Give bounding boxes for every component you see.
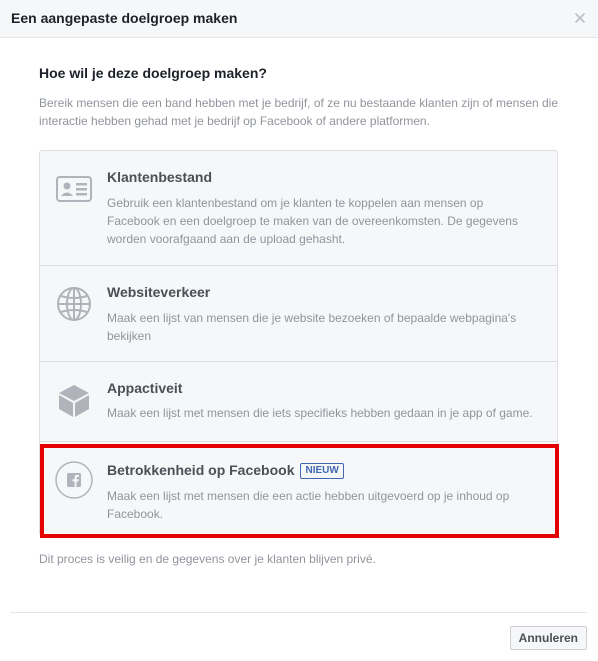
option-description: Gebruik een klantenbestand om je klanten…: [107, 196, 518, 246]
intro-text: Bereik mensen die een band hebben met je…: [39, 96, 559, 128]
question-heading: Hoe wil je deze doelgroep maken?: [39, 65, 267, 81]
option-description: Maak een lijst met mensen die iets speci…: [107, 406, 533, 420]
new-badge: NIEUW: [300, 463, 344, 479]
privacy-note: Dit proces is veilig en de gegevens over…: [39, 552, 376, 566]
option-description: Maak een lijst met mensen die een actie …: [107, 489, 510, 521]
close-icon[interactable]: [572, 10, 588, 26]
option-description: Maak een lijst van mensen die je website…: [107, 311, 517, 343]
facebook-icon: [54, 460, 94, 500]
globe-icon: [54, 284, 94, 324]
option-facebook-engagement[interactable]: Betrokkenheid op Facebook NIEUW Maak een …: [40, 441, 557, 535]
audience-options: Klantenbestand Gebruik een klantenbestan…: [39, 150, 558, 536]
option-customer-file[interactable]: Klantenbestand Gebruik een klantenbestan…: [40, 151, 557, 265]
option-website-traffic[interactable]: Websiteverkeer Maak een lijst van mensen…: [40, 265, 557, 361]
option-title: Websiteverkeer: [107, 284, 211, 300]
dialog-header: Een aangepaste doelgroep maken: [0, 0, 598, 38]
cancel-button[interactable]: Annuleren: [509, 626, 587, 650]
option-title: Betrokkenheid op Facebook NIEUW: [107, 462, 344, 479]
contact-card-icon: [54, 169, 94, 209]
option-title: Klantenbestand: [107, 169, 213, 185]
footer-divider: [10, 612, 587, 613]
option-title-text: Betrokkenheid op Facebook: [107, 462, 295, 478]
custom-audience-dialog: Een aangepaste doelgroep maken Hoe wil j…: [0, 0, 598, 661]
cube-icon: [54, 380, 94, 420]
option-title: Appactiveit: [107, 380, 183, 396]
dialog-title: Een aangepaste doelgroep maken: [11, 10, 238, 26]
option-app-activity[interactable]: Appactiveit Maak een lijst met mensen di…: [40, 361, 557, 441]
